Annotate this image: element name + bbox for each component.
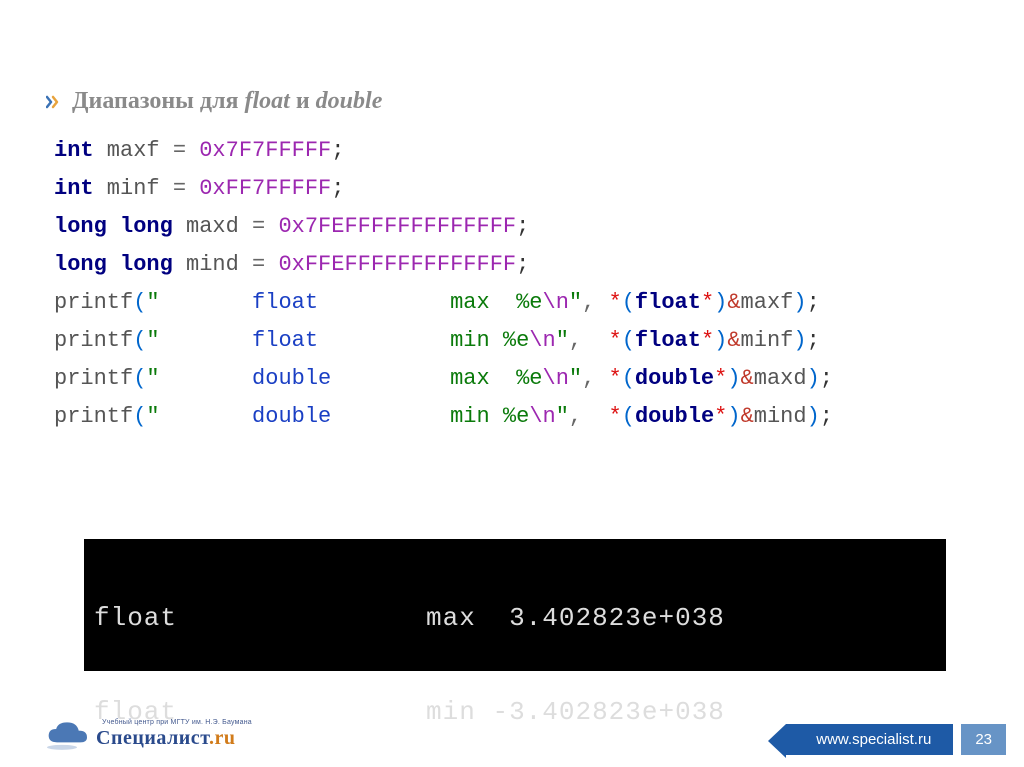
chevrons-icon: [46, 94, 62, 110]
logo-brand: Специалист.ru: [96, 727, 252, 750]
code-line-printf-3: printf(" double max %e\n", *(double*)&ma…: [54, 368, 833, 390]
footer-url: www.specialist.ru: [786, 724, 953, 755]
terminal-row-1: float max 3.402823e+038: [94, 603, 936, 634]
code-block: int maxf = 0x7F7FFFFF; int minf = 0xFF7F…: [54, 140, 833, 444]
page-number: 23: [961, 724, 1006, 755]
code-line-2: int minf = 0xFF7FFFFF;: [54, 178, 833, 200]
cloud-icon: [42, 717, 92, 751]
code-line-4: long long mind = 0xFFEFFFFFFFFFFFFF;: [54, 254, 833, 276]
code-line-printf-4: printf(" double min %e\n", *(double*)&mi…: [54, 406, 833, 428]
terminal-output: float max 3.402823e+038 float min -3.402…: [84, 539, 946, 671]
logo-caption: Учебный центр при МГТУ им. Н.Э. Баумана: [102, 719, 252, 726]
footer-logo: Учебный центр при МГТУ им. Н.Э. Баумана …: [42, 717, 252, 751]
slide-heading: Диапазоны для float и double: [46, 88, 382, 115]
heading-text: Диапазоны для float и double: [72, 88, 382, 115]
code-line-3: long long maxd = 0x7FEFFFFFFFFFFFFF;: [54, 216, 833, 238]
code-line-1: int maxf = 0x7F7FFFFF;: [54, 140, 833, 162]
slide-footer: Учебный центр при МГТУ им. Н.Э. Баумана …: [0, 709, 1024, 767]
code-line-printf-1: printf(" float max %e\n", *(float*)&maxf…: [54, 292, 833, 314]
code-line-printf-2: printf(" float min %e\n", *(float*)&minf…: [54, 330, 833, 352]
